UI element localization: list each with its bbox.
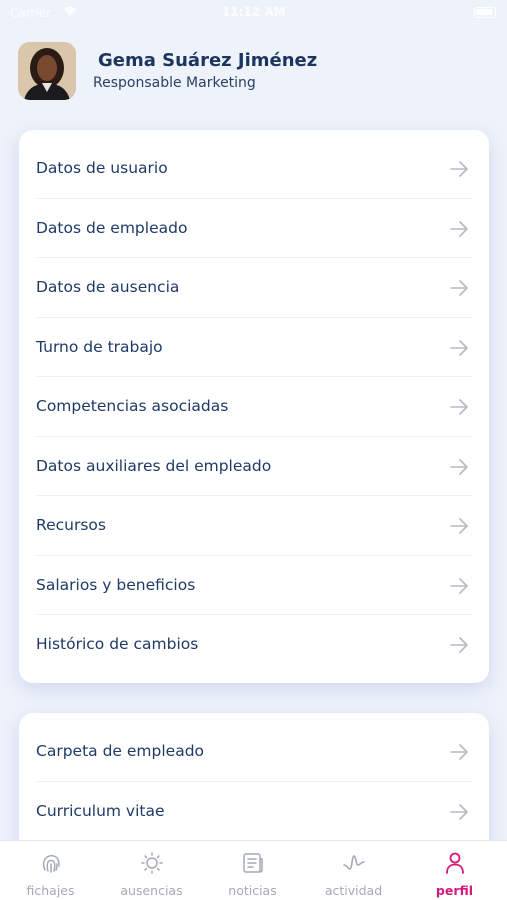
menu-item-datos-usuario[interactable]: Datos de usuario xyxy=(36,139,472,199)
menu-item-datos-auxiliares[interactable]: Datos auxiliares del empleado xyxy=(36,437,472,496)
menu-item-label: Datos de empleado xyxy=(36,218,188,237)
menu-item-datos-ausencia[interactable]: Datos de ausencia xyxy=(36,258,472,318)
menu-item-label: Recursos xyxy=(36,516,106,534)
menu-item-label: Turno de trabajo xyxy=(36,337,163,356)
status-time: 11:12 AM xyxy=(222,5,286,19)
menu-item-label: Datos de usuario xyxy=(36,159,168,177)
arrow-right-icon xyxy=(450,458,468,475)
menu-item-label: Salarios y beneficios xyxy=(36,575,196,594)
user-role: Responsable Marketing xyxy=(93,75,256,91)
tab-perfil[interactable]: perfil xyxy=(404,841,505,900)
wifi-icon xyxy=(62,4,78,21)
arrow-right-icon xyxy=(450,399,468,415)
tab-label: perfil xyxy=(435,883,474,898)
arrow-right-icon xyxy=(450,339,468,356)
menu-item-recursos[interactable]: Recursos xyxy=(36,496,472,556)
menu-item-datos-empleado[interactable]: Datos de empleado xyxy=(36,199,472,258)
arrow-right-icon xyxy=(450,280,468,296)
menu-item-label: Datos auxiliares del empleado xyxy=(36,456,272,475)
profile-header: Gema Suárez Jiménez Responsable Marketin… xyxy=(18,42,488,104)
user-icon xyxy=(445,852,464,874)
sun-icon xyxy=(140,852,163,874)
battery-icon xyxy=(474,7,496,18)
menu-item-label: Datos de ausencia xyxy=(36,278,180,296)
carrier-label: Carrier xyxy=(10,6,52,20)
arrow-right-icon xyxy=(450,518,468,534)
arrow-right-icon xyxy=(450,803,468,820)
menu-item-carpeta-empleado[interactable]: Carpeta de empleado xyxy=(36,722,472,782)
menu-item-label: Competencias asociadas xyxy=(36,397,229,415)
menu-item-label: Carpeta de empleado xyxy=(36,742,205,760)
fingerprint-icon xyxy=(42,855,60,873)
arrow-right-icon xyxy=(450,637,468,653)
profile-menu-card: Datos de usuario Datos de empleado Datos… xyxy=(19,130,489,683)
avatar[interactable] xyxy=(18,42,76,100)
tab-noticias[interactable]: noticias xyxy=(202,841,303,900)
tab-actividad[interactable]: actividad xyxy=(303,841,404,900)
bottom-tab-bar: fichajes ausencias noticias actividad pe… xyxy=(0,840,507,900)
tab-ausencias[interactable]: ausencias xyxy=(101,841,202,900)
newspaper-icon xyxy=(242,853,263,873)
menu-item-historico[interactable]: Histórico de cambios xyxy=(36,615,472,675)
tab-label: noticias xyxy=(228,883,277,898)
status-bar: Carrier 11:12 AM xyxy=(0,0,507,28)
user-name: Gema Suárez Jiménez xyxy=(98,50,318,71)
arrow-right-icon xyxy=(450,577,468,594)
menu-item-competencias[interactable]: Competencias asociadas xyxy=(36,377,472,437)
arrow-right-icon xyxy=(450,220,468,237)
arrow-right-icon xyxy=(450,161,468,177)
tab-label: fichajes xyxy=(26,883,75,898)
activity-wave-icon xyxy=(342,855,365,870)
menu-item-salarios[interactable]: Salarios y beneficios xyxy=(36,556,472,615)
tab-label: ausencias xyxy=(120,883,183,898)
arrow-right-icon xyxy=(450,744,468,760)
tab-fichajes[interactable]: fichajes xyxy=(0,841,101,900)
menu-item-label: Histórico de cambios xyxy=(36,635,199,653)
tab-label: actividad xyxy=(324,883,383,898)
menu-item-curriculum[interactable]: Curriculum vitae xyxy=(36,782,472,841)
menu-item-label: Curriculum vitae xyxy=(36,801,165,820)
menu-item-turno-trabajo[interactable]: Turno de trabajo xyxy=(36,318,472,377)
